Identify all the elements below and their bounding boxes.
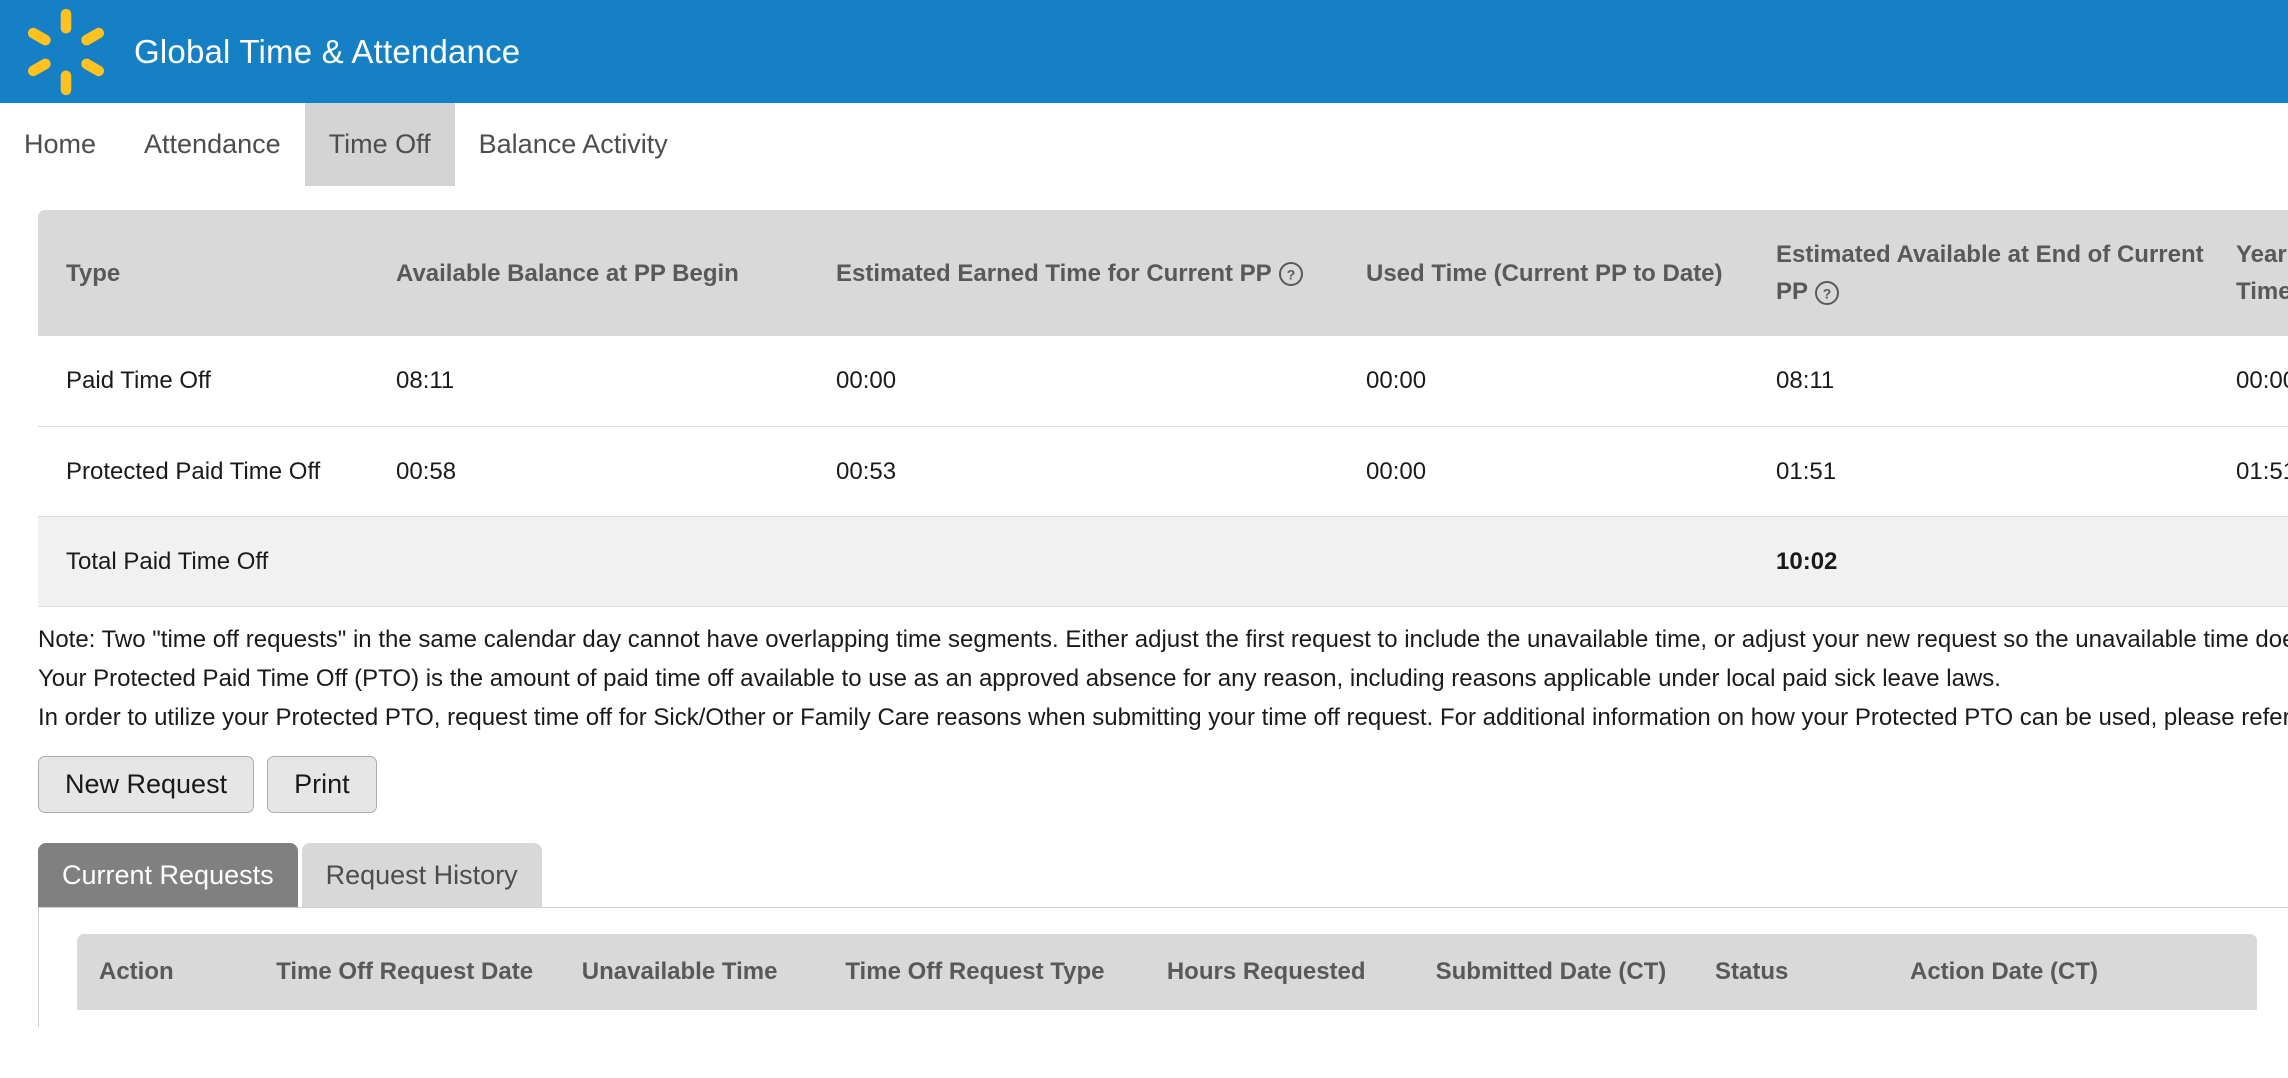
nav-item-home[interactable]: Home <box>0 103 120 186</box>
column-header-request-type: Time Off Request Type <box>823 934 1145 1010</box>
walmart-spark-logo <box>22 8 110 96</box>
balance-table-container: Type Available Balance at PP Begin Estim… <box>38 210 2288 607</box>
nav-item-time-off[interactable]: Time Off <box>305 103 455 186</box>
column-header-available-balance: Available Balance at PP Begin <box>368 210 808 336</box>
note-utilize-protected-pto: In order to utilize your Protected PTO, … <box>38 699 2288 738</box>
note-protected-pto: Your Protected Paid Time Off (PTO) is th… <box>38 660 2288 699</box>
help-icon[interactable]: ? <box>1278 261 1304 287</box>
requests-panel: Action Time Off Request Date Unavailable… <box>38 907 2288 1027</box>
column-header-request-date: Time Off Request Date <box>254 934 560 1010</box>
cell-type: Paid Time Off <box>38 336 368 426</box>
balance-table-header-row: Type Available Balance at PP Begin Estim… <box>38 210 2288 336</box>
main-navigation: Home Attendance Time Off Balance Activit… <box>0 103 2288 186</box>
request-tabs: Current Requests Request History <box>38 843 2288 907</box>
cell-estimated-earned: 00:53 <box>808 426 1338 516</box>
cell-total-used-time <box>1338 516 1748 606</box>
note-overlapping-requests: Note: Two "time off requests" in the sam… <box>38 621 2288 660</box>
table-row: Paid Time Off 08:11 00:00 00:00 08:11 00… <box>38 336 2288 426</box>
cell-estimated-available: 01:51 <box>1748 426 2208 516</box>
cell-total-estimated-available: 10:02 <box>1748 516 2208 606</box>
cell-available-balance: 00:58 <box>368 426 808 516</box>
action-buttons: New Request Print <box>38 756 2288 813</box>
new-request-button[interactable]: New Request <box>38 756 254 813</box>
column-header-used-time: Used Time (Current PP to Date) <box>1338 210 1748 336</box>
column-header-hours-requested: Hours Requested <box>1145 934 1414 1010</box>
cell-available-balance: 08:11 <box>368 336 808 426</box>
table-row-total: Total Paid Time Off 10:02 <box>38 516 2288 606</box>
notes-section: Note: Two "time off requests" in the sam… <box>38 621 2288 738</box>
column-header-submitted-date: Submitted Date (CT) <box>1414 934 1693 1010</box>
cell-total-label: Total Paid Time Off <box>38 516 368 606</box>
page-title: Global Time & Attendance <box>134 33 520 71</box>
table-row: Protected Paid Time Off 00:58 00:53 00:0… <box>38 426 2288 516</box>
column-header-type: Type <box>38 210 368 336</box>
print-button[interactable]: Print <box>267 756 377 813</box>
nav-item-balance-activity[interactable]: Balance Activity <box>455 103 692 186</box>
requests-table: Action Time Off Request Date Unavailable… <box>77 934 2257 1010</box>
column-header-estimated-earned-label: Estimated Earned Time for Current PP <box>836 260 1271 287</box>
column-header-status: Status <box>1693 934 1888 1010</box>
column-header-estimated-earned: Estimated Earned Time for Current PP ? <box>808 210 1338 336</box>
requests-table-header-row: Action Time Off Request Date Unavailable… <box>77 934 2257 1010</box>
column-header-action: Action <box>77 934 254 1010</box>
svg-text:?: ? <box>1287 267 1296 283</box>
help-icon[interactable]: ? <box>1814 280 1840 306</box>
cell-used-time: 00:00 <box>1338 336 1748 426</box>
column-header-action-date: Action Date (CT) <box>1888 934 2257 1010</box>
nav-item-attendance[interactable]: Attendance <box>120 103 305 186</box>
cell-total-available-balance <box>368 516 808 606</box>
cell-total-year-to-date <box>2208 516 2288 606</box>
cell-estimated-earned: 00:00 <box>808 336 1338 426</box>
column-header-estimated-available: Estimated Available at End of Current PP… <box>1748 210 2208 336</box>
cell-type: Protected Paid Time Off <box>38 426 368 516</box>
tab-current-requests[interactable]: Current Requests <box>38 843 298 907</box>
cell-estimated-available: 08:11 <box>1748 336 2208 426</box>
cell-year-to-date: 00:00 <box>2208 336 2288 426</box>
svg-text:?: ? <box>1823 285 1832 301</box>
column-header-year-to-date: Year to Date Used Time <box>2208 210 2288 336</box>
cell-year-to-date: 01:51 <box>2208 426 2288 516</box>
balance-table: Type Available Balance at PP Begin Estim… <box>38 210 2288 607</box>
main-content: Type Available Balance at PP Begin Estim… <box>0 210 2288 1027</box>
cell-total-estimated-earned <box>808 516 1338 606</box>
app-header: Global Time & Attendance <box>0 0 2288 103</box>
tab-request-history[interactable]: Request History <box>302 843 542 907</box>
cell-used-time: 00:00 <box>1338 426 1748 516</box>
column-header-unavailable-time: Unavailable Time <box>560 934 824 1010</box>
